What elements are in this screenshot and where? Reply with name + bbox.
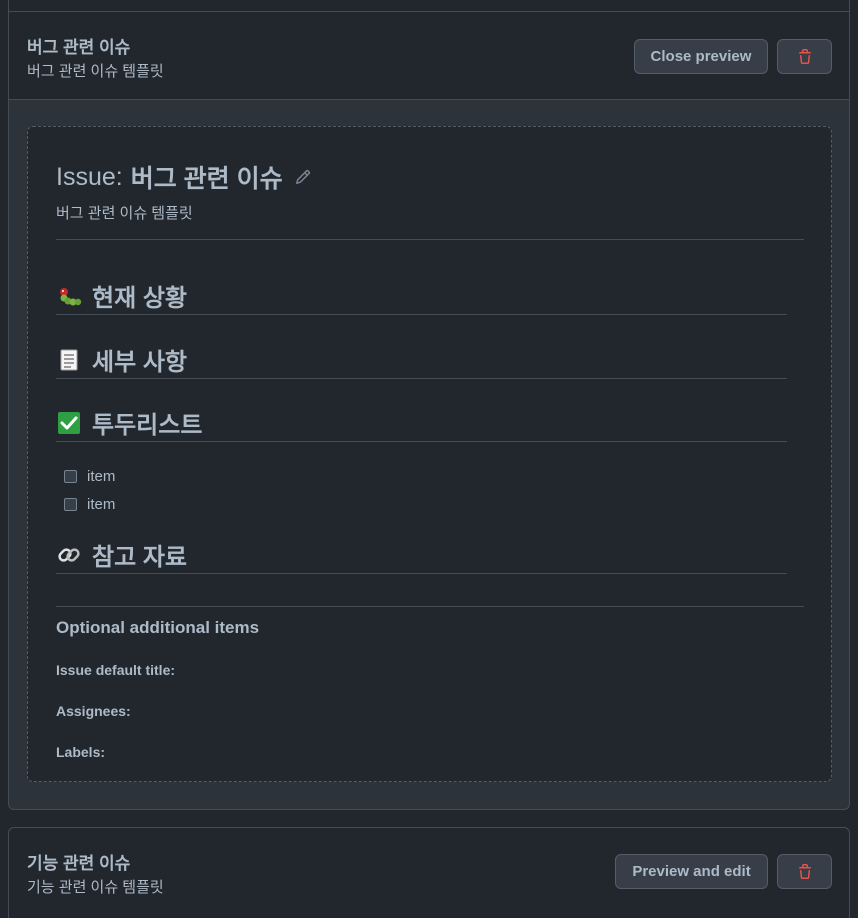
previous-card-edge bbox=[8, 0, 850, 11]
task-list-item: item bbox=[64, 466, 115, 486]
preview-about: 버그 관련 이슈 템플릿 bbox=[56, 205, 193, 222]
section-heading-text: 현재 상황 bbox=[92, 285, 187, 312]
section-heading: 현재 상황 bbox=[56, 277, 787, 315]
preview-title-prefix: Issue: bbox=[56, 162, 123, 191]
section-heading: 투두리스트 bbox=[56, 404, 787, 442]
link-emoji bbox=[56, 542, 82, 568]
section-heading: 참고 자료 bbox=[56, 536, 787, 574]
assignees-label: Assignees: bbox=[56, 703, 131, 719]
trash-icon bbox=[798, 48, 811, 64]
section-heading-text: 참고 자료 bbox=[92, 544, 187, 571]
task-checkbox[interactable] bbox=[64, 469, 77, 483]
template-about: 버그 관련 이슈 템플릿 bbox=[27, 63, 164, 80]
task-label: item bbox=[87, 467, 116, 485]
template-card-feature: 기능 관련 이슈 기능 관련 이슈 템플릿 Preview and edit bbox=[8, 827, 850, 918]
template-card-bug: 버그 관련 이슈 버그 관련 이슈 템플릿 Close preview Issu… bbox=[8, 11, 850, 810]
caterpillar-emoji bbox=[56, 283, 82, 309]
page-emoji bbox=[56, 347, 82, 373]
template-card-header: 기능 관련 이슈 기능 관련 이슈 템플릿 Preview and edit bbox=[9, 828, 849, 918]
check-mark-emoji bbox=[56, 410, 82, 436]
template-name: 기능 관련 이슈 bbox=[27, 854, 131, 873]
divider bbox=[56, 606, 804, 607]
section-heading: 세부 사항 bbox=[56, 341, 787, 379]
issue-template-preview: Issue: 버그 관련 이슈 버그 관련 이슈 템플릿 현재 상황 세부 사항… bbox=[27, 126, 832, 782]
task-label: item bbox=[87, 495, 116, 513]
template-name: 버그 관련 이슈 bbox=[27, 38, 131, 57]
task-checkbox[interactable] bbox=[64, 497, 77, 511]
section-heading-text: 세부 사항 bbox=[92, 349, 187, 376]
divider bbox=[56, 239, 804, 240]
labels-label: Labels: bbox=[56, 744, 106, 760]
section-heading-text: 투두리스트 bbox=[92, 412, 203, 439]
delete-template-button[interactable] bbox=[777, 854, 832, 889]
close-preview-button[interactable]: Close preview bbox=[634, 39, 768, 74]
template-editor-page: 버그 관련 이슈 버그 관련 이슈 템플릿 Close preview Issu… bbox=[0, 0, 858, 918]
optional-items-title: Optional additional items bbox=[56, 618, 260, 637]
template-card-header: 버그 관련 이슈 버그 관련 이슈 템플릿 Close preview bbox=[9, 12, 849, 100]
pencil-icon[interactable] bbox=[295, 169, 311, 185]
default-title-label: Issue default title: bbox=[56, 662, 176, 678]
task-list-item: item bbox=[64, 494, 115, 514]
preview-title-name: 버그 관련 이슈 bbox=[130, 165, 283, 193]
template-about: 기능 관련 이슈 템플릿 bbox=[27, 879, 164, 896]
preview-and-edit-button[interactable]: Preview and edit bbox=[615, 854, 768, 889]
delete-template-button[interactable] bbox=[777, 39, 832, 74]
preview-title: Issue: 버그 관련 이슈 bbox=[56, 159, 311, 195]
trash-icon bbox=[798, 863, 811, 879]
